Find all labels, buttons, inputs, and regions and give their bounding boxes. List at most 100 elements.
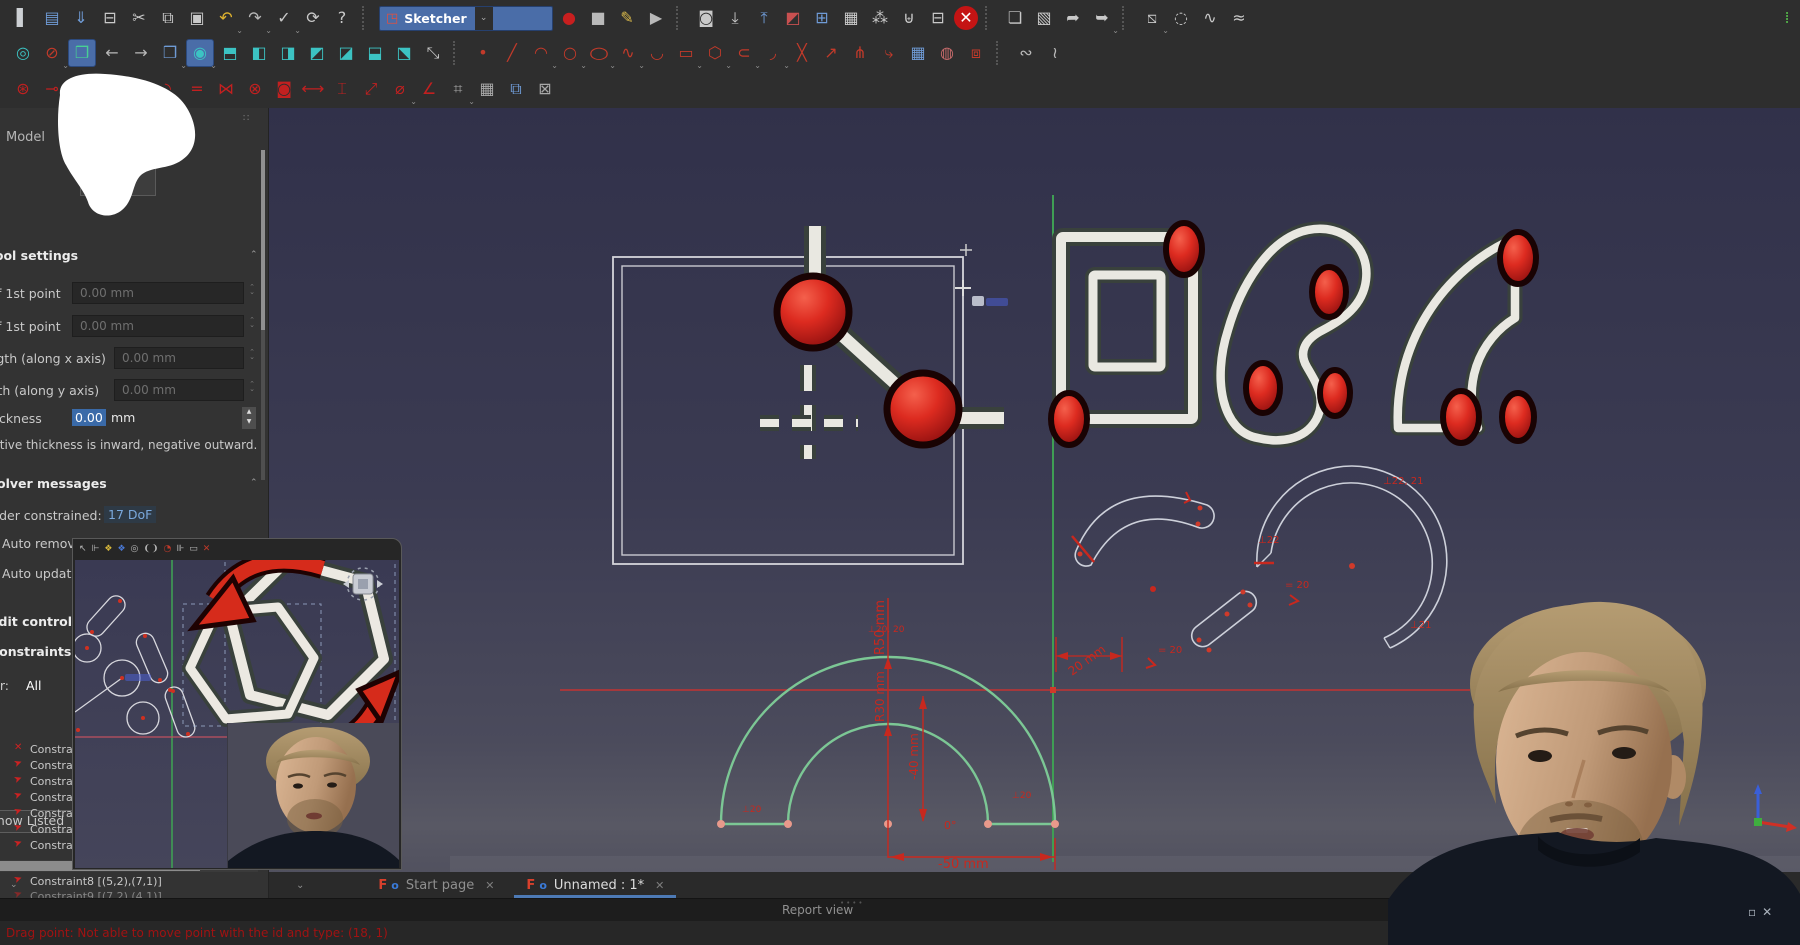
stop-macro-icon[interactable]: ■ bbox=[585, 5, 611, 31]
close-icon[interactable]: ✕ bbox=[655, 879, 664, 892]
constraint-row[interactable]: ➤Constraint8 [(5,2),(7,1)] bbox=[0, 874, 268, 889]
create-sketch-icon[interactable]: ◙ bbox=[693, 5, 719, 31]
create-line-icon[interactable]: ╱ bbox=[499, 40, 525, 66]
doc-partial-icon[interactable]: ▌ bbox=[10, 5, 36, 31]
extend-edge-icon[interactable]: ↗ bbox=[818, 40, 844, 66]
save-icon[interactable]: ⇓ bbox=[68, 5, 94, 31]
width-field[interactable]: 0.00 mm bbox=[114, 379, 244, 401]
length-spinner[interactable]: ⌃⌄ bbox=[246, 350, 258, 360]
length-field[interactable]: 0.00 mm bbox=[114, 347, 244, 369]
play-macro-icon[interactable]: ▶ bbox=[643, 5, 669, 31]
constrain-h-distance-icon[interactable]: ⟷ bbox=[300, 76, 326, 102]
render-order-icon[interactable]: ⊠ bbox=[532, 76, 558, 102]
tool-settings-header[interactable]: Tool settings bbox=[0, 248, 78, 263]
pip-mini-icon-8[interactable]: ▭ bbox=[189, 545, 198, 554]
split-edge-icon[interactable]: ⋔ bbox=[847, 40, 873, 66]
view-front-icon[interactable]: ◧ bbox=[246, 40, 272, 66]
edit-controls-header[interactable]: Edit controls bbox=[0, 614, 79, 629]
bspline-comb-icon[interactable]: ∿ bbox=[1197, 5, 1223, 31]
drag-ball[interactable] bbox=[1443, 391, 1479, 443]
print-icon[interactable]: ⊟ bbox=[97, 5, 123, 31]
chevron-down-icon[interactable]: ⌄ bbox=[475, 7, 493, 30]
drag-ball[interactable] bbox=[1051, 393, 1087, 445]
copy-geometry-icon[interactable]: ⧈ bbox=[963, 40, 989, 66]
bspline-knot-icon[interactable]: ≀ bbox=[1042, 40, 1068, 66]
paste-icon[interactable]: ▣ bbox=[184, 5, 210, 31]
export-selection-icon[interactable]: ➦ bbox=[1060, 5, 1086, 31]
constrain-diameter-icon[interactable]: ⌀⌄ bbox=[387, 76, 413, 102]
report-view-controls[interactable]: ▫✕ bbox=[1748, 905, 1778, 919]
pip-mini-icon-5[interactable]: ❨❩ bbox=[143, 545, 158, 554]
clone-icon[interactable]: ❏ bbox=[1002, 5, 1028, 31]
map-sketch-icon[interactable]: ⊞ bbox=[809, 5, 835, 31]
constrain-v-distance-icon[interactable]: ⌶ bbox=[329, 76, 355, 102]
view-rear-icon[interactable]: ◪ bbox=[333, 40, 359, 66]
create-slot-icon[interactable]: ⊂⌄ bbox=[731, 40, 757, 66]
dof-link[interactable]: 17 DoF bbox=[104, 506, 156, 523]
drag-ball[interactable] bbox=[1166, 223, 1202, 275]
constrain-lock-icon[interactable]: ◙ bbox=[271, 76, 297, 102]
create-arc-icon[interactable]: ◠⌄ bbox=[528, 40, 554, 66]
pip-overlay-window[interactable]: ↖⊩❖❖◎❨❩◔⊪▭✕ bbox=[72, 538, 402, 870]
bspline-curvature-icon[interactable]: ≈ bbox=[1226, 5, 1252, 31]
pip-mini-icon-7[interactable]: ⊪ bbox=[176, 545, 184, 554]
constrain-distance-icon[interactable]: ⤢ bbox=[358, 76, 384, 102]
external-geometry-icon[interactable]: ⤷ bbox=[876, 40, 902, 66]
view-bottom-icon[interactable]: ⬓ bbox=[362, 40, 388, 66]
knots-visibility-icon[interactable]: ◌ bbox=[1168, 5, 1194, 31]
close-icon[interactable]: ✕ bbox=[485, 879, 494, 892]
create-point-icon[interactable]: • bbox=[470, 40, 496, 66]
drag-ball[interactable] bbox=[1246, 363, 1280, 413]
tab-start-page[interactable]: FoStart page✕ bbox=[362, 872, 510, 898]
constrain-angle-icon[interactable]: ∠ bbox=[416, 76, 442, 102]
constrain-block-icon[interactable]: ⊗ bbox=[242, 76, 268, 102]
cut-icon[interactable]: ✂ bbox=[126, 5, 152, 31]
undo-icon[interactable]: ↶⌄ bbox=[213, 5, 239, 31]
thickness-spinner[interactable]: ▲▼ bbox=[242, 407, 256, 429]
create-polyline-icon[interactable]: ◡ bbox=[644, 40, 670, 66]
auto-update-checkbox[interactable]: Auto update bbox=[2, 566, 79, 581]
pip-mini-icon-2[interactable]: ❖ bbox=[104, 545, 112, 554]
panel-drag-handle-icon[interactable]: ∷ bbox=[243, 113, 249, 124]
create-polygon-icon[interactable]: ⬡⌄ bbox=[702, 40, 728, 66]
tab-unnamed-1[interactable]: FoUnnamed : 1*✕ bbox=[510, 872, 680, 898]
toggle-snap-icon[interactable]: ⌗⌄ bbox=[445, 76, 471, 102]
origin-point[interactable] bbox=[1050, 687, 1056, 693]
refresh-icon[interactable]: ⟳ bbox=[300, 5, 326, 31]
view-left-icon[interactable]: ⬔ bbox=[391, 40, 417, 66]
create-spline-icon[interactable]: ∿⌄ bbox=[615, 40, 641, 66]
clone-clipboard-icon[interactable]: ⧉ bbox=[503, 76, 529, 102]
carbon-copy-icon[interactable]: ◍ bbox=[934, 40, 960, 66]
pip-mini-icon-9[interactable]: ✕ bbox=[203, 545, 211, 554]
toggle-edit-mode-icon[interactable]: ⧅⌄ bbox=[1139, 5, 1165, 31]
view-right-icon[interactable]: ◩ bbox=[304, 40, 330, 66]
y1-spinner[interactable]: ⌃⌄ bbox=[246, 318, 258, 328]
validate-sketch-icon[interactable]: ⁂ bbox=[867, 5, 893, 31]
scrollbar-thumb[interactable] bbox=[261, 150, 265, 330]
panel-scrollbar[interactable] bbox=[261, 150, 265, 480]
filter-value[interactable]: All bbox=[26, 678, 42, 693]
import-sketch-icon[interactable]: ⤓ bbox=[722, 5, 748, 31]
edit-sketch-icon[interactable]: ◩ bbox=[780, 5, 806, 31]
x1-spinner[interactable]: ⌃⌄ bbox=[246, 285, 258, 295]
sketch-point[interactable] bbox=[1150, 586, 1156, 592]
undock-icon[interactable]: ▫ bbox=[1748, 905, 1762, 919]
pip-mini-icon-1[interactable]: ⊩ bbox=[92, 545, 100, 554]
whats-this-icon[interactable]: ? bbox=[329, 5, 355, 31]
drag-ball[interactable] bbox=[1312, 267, 1346, 317]
workbench-selector[interactable]: ◳Sketcher⌄ bbox=[379, 6, 553, 31]
trim-edge-icon[interactable]: ╳ bbox=[789, 40, 815, 66]
collapse-icon[interactable]: ⌃ bbox=[250, 250, 258, 260]
measure-icon[interactable]: ⤡ bbox=[420, 40, 446, 66]
create-circle-icon[interactable]: ○⌄ bbox=[557, 40, 583, 66]
dropdown-chevron[interactable]: ⌄ bbox=[1112, 26, 1119, 35]
pip-mini-icon-6[interactable]: ◔ bbox=[164, 545, 172, 554]
drag-ball[interactable] bbox=[1502, 393, 1534, 441]
constraint-row[interactable]: ➤Constraint9 [(7,2),(4,1)] bbox=[0, 889, 268, 898]
bspline-tools-icon[interactable]: ∾ bbox=[1013, 40, 1039, 66]
pip-mini-icon-0[interactable]: ↖ bbox=[79, 545, 87, 554]
thickness-value[interactable]: 0.00 bbox=[72, 409, 106, 426]
mirror-sketch-icon[interactable]: ⊟ bbox=[925, 5, 951, 31]
redo-icon[interactable]: ↷⌄ bbox=[242, 5, 268, 31]
tab-overflow-chevron[interactable]: ⌄ bbox=[296, 880, 304, 898]
